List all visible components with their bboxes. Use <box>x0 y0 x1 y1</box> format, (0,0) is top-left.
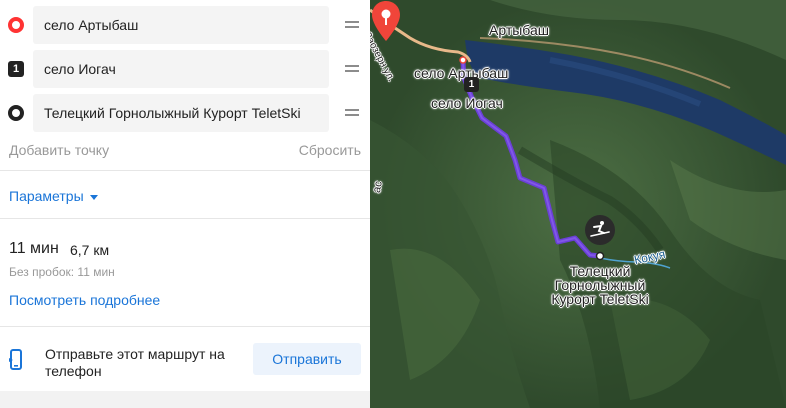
divider <box>0 170 370 171</box>
details-link[interactable]: Посмотреть подробнее <box>9 292 160 308</box>
reset-link[interactable]: Сбросить <box>299 142 361 158</box>
route-panel: село Артыбаш 1 село Иогач Телецкий Горно… <box>0 0 370 408</box>
add-point-link[interactable]: Добавить точку <box>9 142 109 158</box>
village-label: Артыбаш <box>489 22 550 38</box>
drag-handle-icon[interactable] <box>345 63 359 73</box>
start-point-input[interactable]: село Артыбаш <box>33 6 329 44</box>
params-dropdown[interactable]: Параметры <box>9 188 98 204</box>
send-to-phone-block: Отправьте этот маршрут на телефон Отправ… <box>0 327 370 391</box>
end-point-input[interactable]: Телецкий Горнолыжный Курорт TeletSki <box>33 94 329 132</box>
route-point-start: село Артыбаш <box>0 6 370 44</box>
end-point-icon <box>8 105 24 121</box>
caret-down-icon <box>89 194 98 200</box>
send-route-text: Отправьте этот маршрут на телефон <box>45 346 225 379</box>
satellite-map <box>370 0 786 408</box>
start-point-label: село Артыбаш <box>414 65 509 81</box>
route-distance: 6,7 км <box>70 242 110 258</box>
drag-handle-icon[interactable] <box>345 107 359 117</box>
ski-resort-icon[interactable] <box>585 215 615 245</box>
phone-icon <box>9 349 22 370</box>
resort-label-line: Телецкий <box>569 263 631 279</box>
no-traffic-duration: Без пробок: 11 мин <box>9 265 115 279</box>
resort-label: Телецкий Горнолыжный Курорт TeletSki <box>540 264 660 306</box>
route-point-waypoint: 1 село Иогач <box>0 50 370 88</box>
route-duration: 11 мин <box>9 240 59 257</box>
divider <box>0 218 370 219</box>
side-label: ас <box>370 180 385 194</box>
resort-label-line: Курорт TeletSki <box>551 291 649 307</box>
panel-footer-strip <box>0 391 370 408</box>
resort-label-line: Горнолыжный <box>554 277 646 293</box>
waypoint-number-icon: 1 <box>8 61 24 77</box>
send-button[interactable]: Отправить <box>253 343 361 375</box>
drag-handle-icon[interactable] <box>345 19 359 29</box>
waypoint-number-marker[interactable]: 1 <box>464 77 479 92</box>
start-point-icon <box>8 17 24 33</box>
route-actions: Добавить точку Сбросить <box>9 142 361 160</box>
params-label: Параметры <box>9 188 84 204</box>
waypoint-input[interactable]: село Иогач <box>33 50 329 88</box>
route-point-end: Телецкий Горнолыжный Курорт TeletSki <box>0 94 370 132</box>
map-view[interactable]: Артыбаш село Артыбаш 1 село Иогач Заозер… <box>370 0 786 408</box>
waypoint-label: село Иогач <box>431 95 503 111</box>
